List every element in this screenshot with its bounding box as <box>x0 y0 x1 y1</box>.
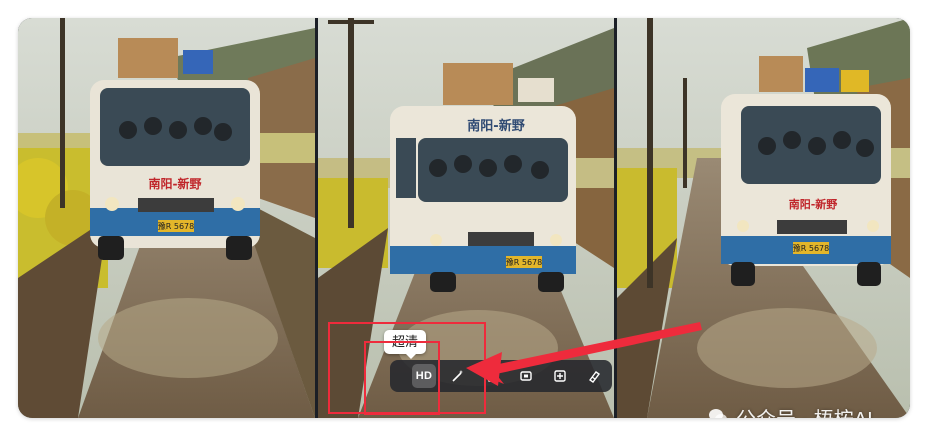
brush-icon <box>588 371 601 383</box>
license-plate: 豫R 5678 <box>793 243 829 253</box>
route-sign: 南阳-新野 <box>789 197 838 211</box>
watermark: 公众号 · 梧桉AI <box>708 404 873 418</box>
generated-image-3[interactable]: 南阳-新野 豫R 5678 <box>617 18 910 418</box>
generated-image-1[interactable]: 南阳-新野 豫R 5678 <box>18 18 315 418</box>
expand-frame-icon <box>520 371 532 381</box>
wechat-icon <box>709 409 727 418</box>
license-plate: 豫R 5678 <box>158 221 194 231</box>
expand-button[interactable] <box>514 364 538 388</box>
crop-icon <box>554 370 566 382</box>
brush-button[interactable] <box>582 364 606 388</box>
route-sign: 南阳-新野 <box>467 118 524 134</box>
eraser-icon <box>487 371 499 382</box>
license-plate: 豫R 5678 <box>506 257 542 267</box>
crop-button[interactable] <box>548 364 572 388</box>
watermark-text: 公众号 · 梧桉AI <box>736 403 873 419</box>
route-sign: 南阳-新野 <box>149 176 202 191</box>
highlight-box-inner <box>364 341 440 415</box>
